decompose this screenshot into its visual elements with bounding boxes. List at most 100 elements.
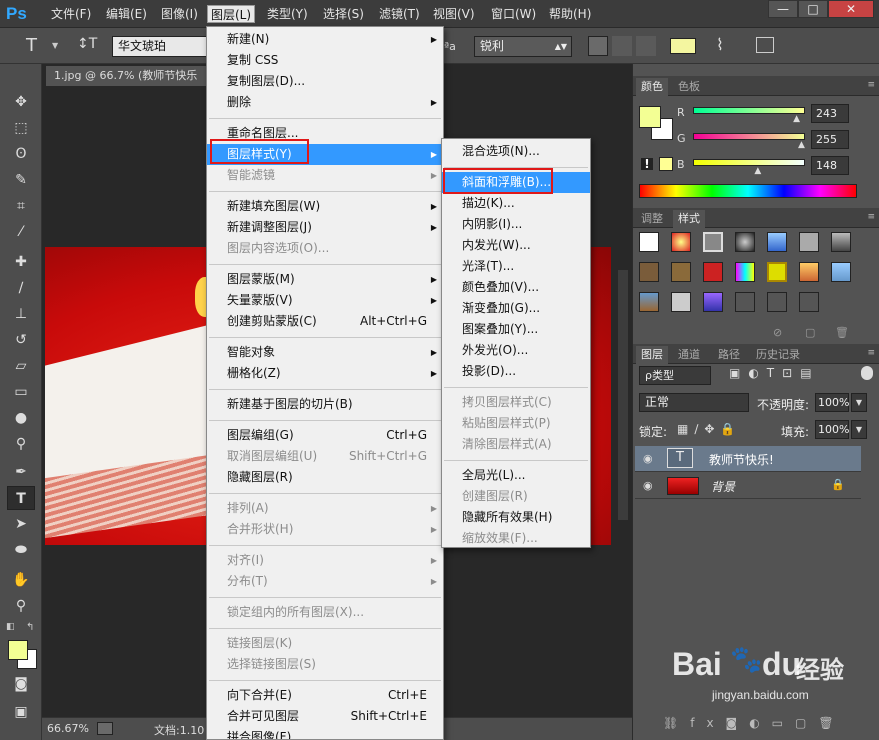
style-none-swatch[interactable] xyxy=(639,232,659,252)
menu-item[interactable]: 图层蒙版(M) ▶ xyxy=(207,269,443,290)
menu-item[interactable]: 新建调整图层(J) ▶ xyxy=(207,217,443,238)
red-slider[interactable]: ▲ xyxy=(693,107,805,124)
blue-slider-thumb[interactable]: ▲ xyxy=(754,166,761,176)
path-select-tool-icon[interactable]: ➤ xyxy=(7,512,35,536)
warp-text-icon[interactable]: ⌇ xyxy=(716,35,724,54)
style-swatch[interactable] xyxy=(799,232,819,252)
text-tool-icon[interactable]: T xyxy=(26,35,37,56)
color-ramp[interactable] xyxy=(639,184,857,198)
style-swatch[interactable] xyxy=(735,292,755,312)
lock-icons[interactable]: ▦∕✥🔒 xyxy=(677,422,741,436)
menu-edit[interactable]: 编辑(E) xyxy=(103,5,150,23)
menu-item[interactable]: 图层编组(G) Ctrl+G xyxy=(207,425,443,446)
default-colors-icon[interactable]: ◧ xyxy=(6,622,18,632)
gamut-swatch[interactable] xyxy=(659,157,673,171)
antialias-select[interactable]: 锐利 ▲▼ xyxy=(474,36,572,57)
menu-item[interactable]: 颜色叠加(V)... xyxy=(442,277,590,298)
marquee-tool-icon[interactable]: ⬚ xyxy=(7,116,35,140)
opacity-dropdown-icon[interactable]: ▼ xyxy=(851,393,867,412)
tab-styles[interactable]: 样式 xyxy=(673,210,705,228)
menu-item[interactable]: 向下合并(E) Ctrl+E xyxy=(207,685,443,706)
menu-item[interactable]: 描边(K)... xyxy=(442,193,590,214)
align-left-icon[interactable] xyxy=(588,36,608,56)
menu-item[interactable]: 矢量蒙版(V) ▶ xyxy=(207,290,443,311)
foreground-color-swatch[interactable] xyxy=(8,640,28,660)
layer-name[interactable]: 背景 xyxy=(711,478,735,495)
menu-item[interactable]: 新建填充图层(W) ▶ xyxy=(207,196,443,217)
layer-row-text[interactable]: ◉ T 教师节快乐! xyxy=(635,446,861,472)
ellipse-tool-icon[interactable]: ⬬ xyxy=(7,538,35,562)
warning-icon[interactable]: ! xyxy=(641,158,653,170)
hand-tool-icon[interactable]: ✋ xyxy=(7,568,35,592)
new-style-icon[interactable]: ▢ xyxy=(805,326,815,339)
restore-button[interactable]: □ xyxy=(798,0,828,18)
blur-tool-icon[interactable]: ● xyxy=(7,406,35,430)
menu-view[interactable]: 视图(V) xyxy=(430,5,478,23)
move-tool-icon[interactable]: ✥ xyxy=(7,90,35,114)
style-swatch[interactable] xyxy=(671,232,691,252)
filter-toggle[interactable] xyxy=(861,366,873,380)
style-swatch[interactable] xyxy=(831,232,851,252)
style-swatch[interactable] xyxy=(639,292,659,312)
green-slider[interactable]: ▲ xyxy=(693,133,805,150)
healing-brush-tool-icon[interactable]: ✚ xyxy=(7,250,35,274)
tab-channels[interactable]: 通道 xyxy=(673,346,705,364)
menu-image[interactable]: 图像(I) xyxy=(158,5,201,23)
style-swatch[interactable] xyxy=(799,292,819,312)
share-icon[interactable] xyxy=(97,722,113,735)
menu-item[interactable]: 新建基于图层的切片(B) xyxy=(207,394,443,415)
style-swatch[interactable] xyxy=(639,262,659,282)
style-swatch[interactable] xyxy=(767,232,787,252)
green-value[interactable]: 255 xyxy=(811,130,849,149)
clear-style-icon[interactable]: ⊘ xyxy=(773,326,782,339)
fill-dropdown-icon[interactable]: ▼ xyxy=(851,420,867,439)
style-swatch[interactable] xyxy=(735,262,755,282)
layers-footer-icons[interactable]: ⛓fx◙◐▭▢🗑 xyxy=(663,716,873,734)
chevron-down-icon[interactable]: ▼ xyxy=(52,41,58,50)
panel-menu-icon[interactable]: ≡ xyxy=(867,212,875,222)
fill-value[interactable]: 100% xyxy=(815,420,849,439)
eyedropper-tool-icon[interactable]: ⁄ xyxy=(7,220,35,244)
style-swatch[interactable] xyxy=(703,262,723,282)
panel-menu-icon[interactable]: ≡ xyxy=(867,80,875,90)
menu-item[interactable]: 内发光(W)... xyxy=(442,235,590,256)
blue-slider[interactable]: ▲ xyxy=(693,159,805,176)
text-color-swatch[interactable] xyxy=(670,38,696,54)
menu-item[interactable]: 删除 ▶ xyxy=(207,92,443,113)
quick-select-tool-icon[interactable]: ✎ xyxy=(7,168,35,192)
menu-layer[interactable]: 图层(L) xyxy=(207,5,256,23)
menu-item[interactable]: 光泽(T)... xyxy=(442,256,590,277)
menu-item[interactable]: 外发光(O)... xyxy=(442,340,590,361)
green-slider-thumb[interactable]: ▲ xyxy=(798,140,805,150)
align-right-icon[interactable] xyxy=(636,36,656,56)
menu-item[interactable]: 全局光(L)... xyxy=(442,465,590,486)
layer-filter-icons[interactable]: ▣◐T⊡▤ xyxy=(729,366,859,384)
eye-icon[interactable]: ◉ xyxy=(643,452,653,465)
style-swatch[interactable] xyxy=(799,262,819,282)
vertical-scrollbar[interactable] xyxy=(618,270,628,520)
eraser-tool-icon[interactable]: ▱ xyxy=(7,354,35,378)
menu-window[interactable]: 窗口(W) xyxy=(488,5,539,23)
style-swatch[interactable] xyxy=(735,232,755,252)
menu-item[interactable]: 隐藏图层(R) xyxy=(207,467,443,488)
tab-color[interactable]: 颜色 xyxy=(636,78,668,96)
menu-type[interactable]: 类型(Y) xyxy=(264,5,311,23)
zoom-tool-icon[interactable]: ⚲ xyxy=(7,594,35,618)
menu-file[interactable]: 文件(F) xyxy=(48,5,94,23)
menu-item[interactable]: 拼合图像(F) xyxy=(207,727,443,739)
lasso-tool-icon[interactable]: ʘ xyxy=(7,142,35,166)
clone-stamp-tool-icon[interactable]: ⊥ xyxy=(7,302,35,326)
dodge-tool-icon[interactable]: ⚲ xyxy=(7,432,35,456)
layer-name[interactable]: 教师节快乐! xyxy=(709,451,774,468)
delete-style-icon[interactable]: 🗑 xyxy=(835,326,849,339)
gradient-tool-icon[interactable]: ▭ xyxy=(7,380,35,404)
blend-mode-select[interactable]: 正常 xyxy=(639,393,749,412)
quick-mask-icon[interactable]: ◙ xyxy=(7,672,35,696)
style-swatch[interactable] xyxy=(703,292,723,312)
menu-item[interactable]: 创建剪贴蒙版(C) Alt+Ctrl+G xyxy=(207,311,443,332)
style-swatch[interactable] xyxy=(831,262,851,282)
menu-item[interactable]: 隐藏所有效果(H) xyxy=(442,507,590,528)
character-panel-icon[interactable] xyxy=(756,37,774,53)
screen-mode-icon[interactable]: ▣ xyxy=(7,700,35,724)
history-brush-tool-icon[interactable]: ↺ xyxy=(7,328,35,352)
